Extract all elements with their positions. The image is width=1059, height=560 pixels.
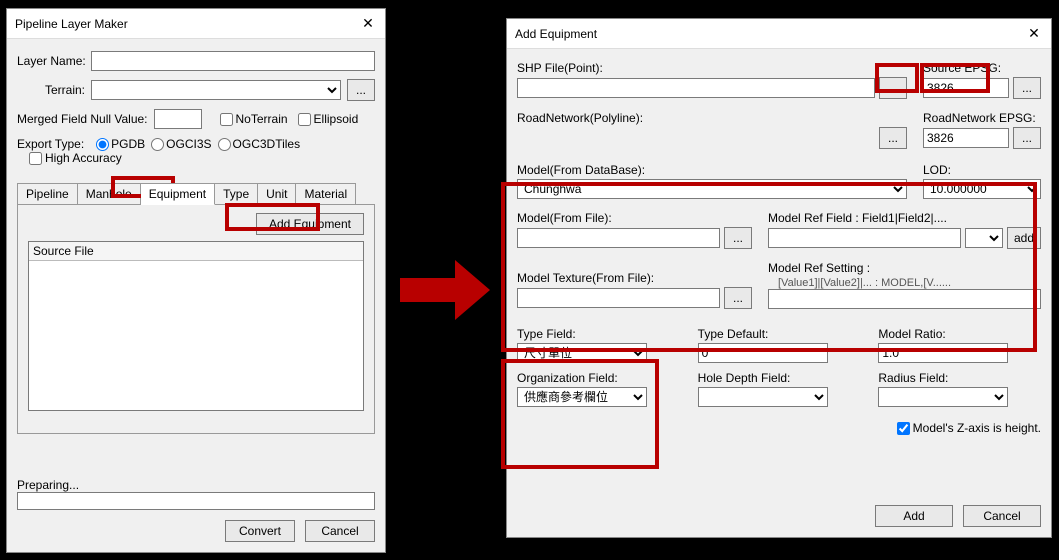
tab-material[interactable]: Material: [296, 183, 356, 205]
lod-label: LOD:: [923, 163, 1041, 177]
left-title: Pipeline Layer Maker: [15, 17, 128, 31]
road-epsg-label: RoadNetwork EPSG:: [923, 111, 1041, 125]
road-browse-button[interactable]: ...: [879, 127, 907, 149]
terrain-browse-button[interactable]: ...: [347, 79, 375, 101]
model-ref-setting-hint: [Value1]|[Value2]|... : MODEL,[V......: [778, 277, 951, 289]
radio-ogci3s[interactable]: [151, 138, 164, 151]
tabs: Pipeline Manhole Equipment Type Unit Mat…: [17, 183, 375, 205]
radio-ogc3dtiles[interactable]: [218, 138, 231, 151]
model-tex-input[interactable]: [517, 288, 720, 308]
radius-field-label: Radius Field:: [878, 371, 1041, 385]
tab-pipeline[interactable]: Pipeline: [17, 183, 78, 205]
model-ref-field-label: Model Ref Field : Field1|Field2|....: [768, 211, 1041, 225]
tab-type[interactable]: Type: [215, 183, 258, 205]
model-ref-field-select[interactable]: [965, 228, 1003, 248]
z-height-checkbox[interactable]: [897, 422, 910, 435]
model-db-select[interactable]: Chunghwa: [517, 179, 907, 199]
terrain-label: Terrain:: [17, 83, 85, 97]
radio-pgdb-label[interactable]: PGDB: [90, 137, 145, 151]
progress-bar: [17, 492, 375, 510]
model-file-input[interactable]: [517, 228, 720, 248]
radio-pgdb[interactable]: [96, 138, 109, 151]
source-file-list[interactable]: Source File: [28, 241, 364, 411]
road-epsg-browse-button[interactable]: ...: [1013, 127, 1041, 149]
model-db-label: Model(From DataBase):: [517, 163, 907, 177]
src-epsg-label: Source EPSG:: [923, 61, 1041, 75]
org-field-label: Organization Field:: [517, 371, 680, 385]
lod-select[interactable]: 10.000000: [923, 179, 1041, 199]
z-height-label[interactable]: Model's Z-axis is height.: [891, 421, 1041, 435]
type-field-select[interactable]: 尺寸單位: [517, 343, 647, 363]
close-icon-right[interactable]: ✕: [1025, 25, 1043, 42]
hole-depth-label: Hole Depth Field:: [698, 371, 861, 385]
tab-manhole[interactable]: Manhole: [78, 183, 141, 205]
ellipsoid-checkbox[interactable]: [298, 113, 311, 126]
src-epsg-browse-button[interactable]: ...: [1013, 77, 1041, 99]
radius-field-select[interactable]: [878, 387, 1008, 407]
arrow-icon: [400, 260, 490, 320]
preparing-label: Preparing...: [17, 478, 375, 492]
noterrain-checkbox-label[interactable]: NoTerrain: [214, 112, 288, 126]
shp-browse-button[interactable]: ...: [879, 77, 907, 99]
merged-null-label: Merged Field Null Value:: [17, 112, 148, 126]
shp-label: SHP File(Point):: [517, 61, 907, 75]
org-field-select[interactable]: 供應商參考欄位: [517, 387, 647, 407]
model-tex-label: Model Texture(From File):: [517, 271, 752, 285]
terrain-select[interactable]: [91, 80, 341, 100]
type-default-input[interactable]: [698, 343, 828, 363]
radio-ogci3s-label[interactable]: OGCI3S: [145, 137, 211, 151]
tab-equipment[interactable]: Equipment: [141, 183, 215, 205]
model-tex-browse-button[interactable]: ...: [724, 287, 752, 309]
model-ref-setting-label: Model Ref Setting :: [768, 261, 870, 275]
ellipsoid-checkbox-label[interactable]: Ellipsoid: [292, 112, 359, 126]
add-button[interactable]: Add: [875, 505, 953, 527]
type-field-label: Type Field:: [517, 327, 680, 341]
export-type-label: Export Type:: [17, 137, 84, 151]
shp-input[interactable]: [517, 78, 875, 98]
type-default-label: Type Default:: [698, 327, 861, 341]
model-ratio-input[interactable]: [878, 343, 1008, 363]
tab-unit[interactable]: Unit: [258, 183, 296, 205]
model-ref-field-input[interactable]: [768, 228, 961, 248]
src-epsg-input[interactable]: [923, 78, 1009, 98]
right-title: Add Equipment: [515, 27, 597, 41]
cancel-button-left[interactable]: Cancel: [305, 520, 375, 542]
noterrain-checkbox[interactable]: [220, 113, 233, 126]
add-equipment-button[interactable]: Add Equipment: [256, 213, 364, 235]
merged-null-input[interactable]: [154, 109, 202, 129]
road-label: RoadNetwork(Polyline):: [517, 111, 907, 125]
close-icon[interactable]: ✕: [359, 15, 377, 32]
model-ref-field-add-button[interactable]: add: [1007, 227, 1041, 249]
high-accuracy-checkbox[interactable]: [29, 152, 42, 165]
high-accuracy-label[interactable]: High Accuracy: [23, 151, 122, 165]
source-file-header: Source File: [29, 242, 363, 261]
cancel-button-right[interactable]: Cancel: [963, 505, 1041, 527]
hole-depth-select[interactable]: [698, 387, 828, 407]
model-file-browse-button[interactable]: ...: [724, 227, 752, 249]
model-ref-setting-input[interactable]: [768, 289, 1041, 309]
model-file-label: Model(From File):: [517, 211, 752, 225]
layer-name-input[interactable]: [91, 51, 375, 71]
radio-ogc3dtiles-label[interactable]: OGC3DTiles: [212, 137, 301, 151]
layer-name-label: Layer Name:: [17, 54, 85, 68]
road-epsg-input[interactable]: [923, 128, 1009, 148]
convert-button[interactable]: Convert: [225, 520, 295, 542]
model-ratio-label: Model Ratio:: [878, 327, 1041, 341]
